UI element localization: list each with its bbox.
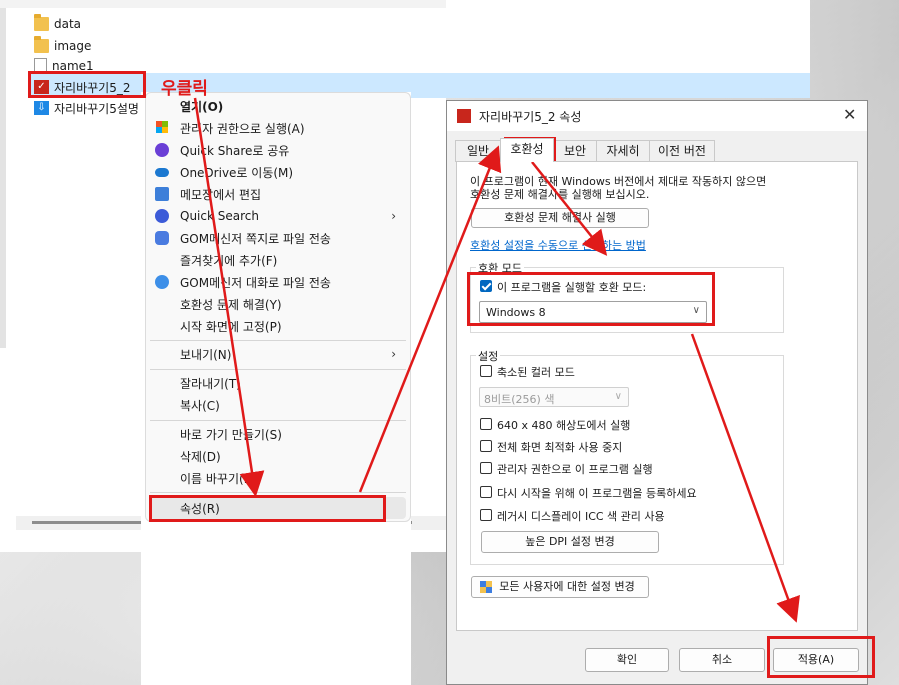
arrow-to-properties xyxy=(193,97,265,497)
annotation-arrows xyxy=(193,97,800,623)
arrow-to-tab xyxy=(358,145,502,493)
arrow-to-compat xyxy=(531,161,608,256)
arrow-to-apply xyxy=(690,333,800,623)
tab-compatibility[interactable]: 호환성 xyxy=(500,138,554,162)
